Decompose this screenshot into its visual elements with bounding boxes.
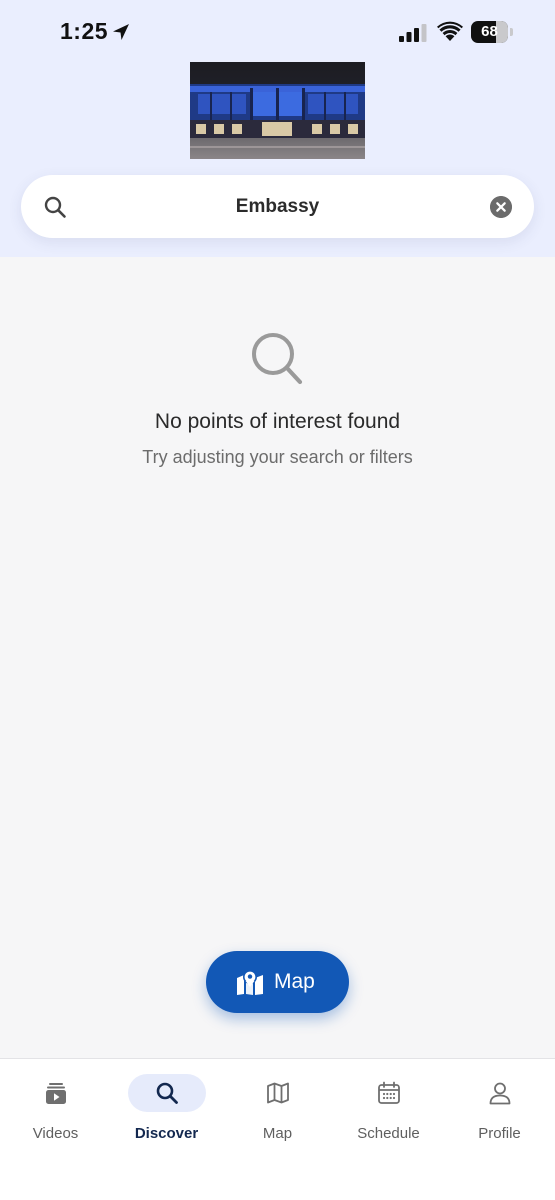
tab-schedule[interactable]: Schedule (333, 1059, 444, 1159)
map-button-label: Map (274, 970, 315, 993)
tab-icon-container (239, 1074, 317, 1112)
magnifier-icon (251, 333, 302, 385)
battery-percent: 68 (481, 23, 498, 40)
search-bar[interactable]: Embassy (21, 175, 534, 238)
tab-label: Discover (134, 1125, 199, 1142)
location-arrow-icon (113, 24, 129, 40)
tab-map[interactable]: Map (222, 1059, 333, 1159)
map-icon (266, 1082, 289, 1104)
status-bar: 1:25 68 (0, 0, 555, 62)
person-icon (489, 1082, 510, 1105)
embassy-building-image (190, 62, 365, 159)
clear-search-icon[interactable] (490, 196, 512, 218)
video-icon (45, 1083, 66, 1104)
tab-icon-container (461, 1074, 539, 1112)
search-input[interactable]: Embassy (91, 175, 464, 238)
tab-label: Profile (478, 1125, 521, 1142)
map-button[interactable]: Map (206, 951, 349, 1013)
wifi-icon (437, 21, 463, 41)
cellular-signal-icon (399, 24, 427, 42)
tab-videos[interactable]: Videos (0, 1059, 111, 1159)
tab-label: Map (262, 1125, 293, 1142)
tab-discover[interactable]: Discover (111, 1059, 222, 1159)
tab-label: Schedule (357, 1125, 420, 1142)
bottom-tab-bar: Videos Discover Map Schedule Profile (0, 1058, 555, 1200)
status-time: 1:25 (60, 18, 109, 44)
battery-indicator: 68 (471, 21, 513, 43)
tab-profile[interactable]: Profile (444, 1059, 555, 1159)
tab-label: Videos (32, 1125, 79, 1142)
search-icon (156, 1082, 178, 1104)
battery-tip (510, 28, 513, 36)
tab-icon-container (17, 1074, 95, 1112)
header-area: 1:25 68 Embassy (0, 0, 555, 257)
empty-state-title: No points of interest found (154, 410, 401, 433)
calendar-icon (377, 1081, 400, 1104)
map-pin-icon (237, 970, 263, 995)
tab-icon-container (127, 1074, 206, 1112)
tab-icon-container (350, 1074, 428, 1112)
empty-state-subtitle: Try adjusting your search or filters (142, 447, 413, 467)
search-icon (44, 196, 66, 218)
battery-body: 68 (471, 21, 508, 43)
empty-state: No points of interest found Try adjustin… (0, 330, 555, 468)
